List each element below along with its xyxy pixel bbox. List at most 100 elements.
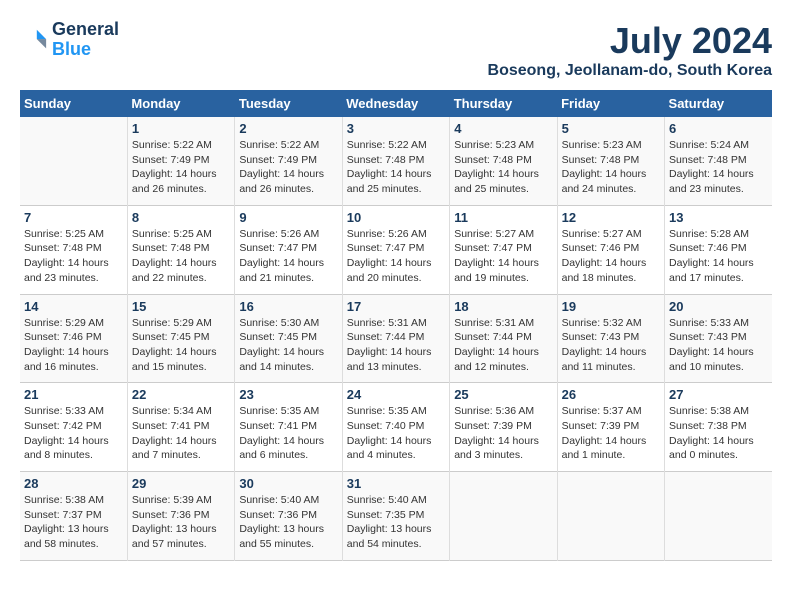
- day-number: 27: [669, 387, 768, 402]
- day-number: 10: [347, 210, 445, 225]
- day-info: Sunrise: 5:39 AM Sunset: 7:36 PM Dayligh…: [132, 493, 230, 552]
- calendar-cell: 6 Sunrise: 5:24 AM Sunset: 7:48 PM Daylig…: [665, 117, 772, 205]
- header-wednesday: Wednesday: [342, 90, 449, 117]
- calendar-week-4: 28 Sunrise: 5:38 AM Sunset: 7:37 PM Dayli…: [20, 472, 772, 561]
- day-info: Sunrise: 5:26 AM Sunset: 7:47 PM Dayligh…: [239, 227, 337, 286]
- logo-icon: [20, 26, 48, 54]
- day-info: Sunrise: 5:29 AM Sunset: 7:45 PM Dayligh…: [132, 316, 230, 375]
- calendar-cell: 13 Sunrise: 5:28 AM Sunset: 7:46 PM Dayli…: [665, 205, 772, 294]
- day-number: 16: [239, 299, 337, 314]
- header-thursday: Thursday: [450, 90, 557, 117]
- day-info: Sunrise: 5:38 AM Sunset: 7:37 PM Dayligh…: [24, 493, 123, 552]
- day-number: 17: [347, 299, 445, 314]
- calendar-cell: 4Sunrise: 5:23 AM Sunset: 7:48 PM Daylig…: [450, 117, 557, 205]
- day-info: Sunrise: 5:23 AM Sunset: 7:48 PM Dayligh…: [562, 138, 660, 197]
- day-number: 3: [347, 121, 445, 136]
- day-number: 12: [562, 210, 660, 225]
- day-info: Sunrise: 5:34 AM Sunset: 7:41 PM Dayligh…: [132, 404, 230, 463]
- calendar-cell: 21 Sunrise: 5:33 AM Sunset: 7:42 PM Dayli…: [20, 383, 127, 472]
- day-number: 23: [239, 387, 337, 402]
- day-info: Sunrise: 5:25 AM Sunset: 7:48 PM Dayligh…: [24, 227, 123, 286]
- header-monday: Monday: [127, 90, 234, 117]
- header-row: Sunday Monday Tuesday Wednesday Thursday…: [20, 90, 772, 117]
- calendar-week-3: 21 Sunrise: 5:33 AM Sunset: 7:42 PM Dayli…: [20, 383, 772, 472]
- day-number: 13: [669, 210, 768, 225]
- main-title: July 2024: [488, 20, 772, 62]
- day-info: Sunrise: 5:28 AM Sunset: 7:46 PM Dayligh…: [669, 227, 768, 286]
- day-info: Sunrise: 5:24 AM Sunset: 7:48 PM Dayligh…: [669, 138, 768, 197]
- calendar-cell: 16 Sunrise: 5:30 AM Sunset: 7:45 PM Dayli…: [235, 294, 342, 383]
- header-tuesday: Tuesday: [235, 90, 342, 117]
- day-info: Sunrise: 5:22 AM Sunset: 7:49 PM Dayligh…: [239, 138, 337, 197]
- day-number: 8: [132, 210, 230, 225]
- calendar-cell: [665, 472, 772, 561]
- day-number: 26: [562, 387, 660, 402]
- calendar-week-2: 14Sunrise: 5:29 AM Sunset: 7:46 PM Dayli…: [20, 294, 772, 383]
- day-number: 19: [562, 299, 660, 314]
- day-number: 24: [347, 387, 445, 402]
- day-info: Sunrise: 5:22 AM Sunset: 7:49 PM Dayligh…: [132, 138, 230, 197]
- calendar-cell: 12 Sunrise: 5:27 AM Sunset: 7:46 PM Dayli…: [557, 205, 664, 294]
- day-number: 4: [454, 121, 552, 136]
- calendar-cell: 1 Sunrise: 5:22 AM Sunset: 7:49 PM Daylig…: [127, 117, 234, 205]
- day-number: 9: [239, 210, 337, 225]
- day-number: 28: [24, 476, 123, 491]
- calendar-cell: 19 Sunrise: 5:32 AM Sunset: 7:43 PM Dayli…: [557, 294, 664, 383]
- day-info: Sunrise: 5:22 AM Sunset: 7:48 PM Dayligh…: [347, 138, 445, 197]
- day-info: Sunrise: 5:40 AM Sunset: 7:35 PM Dayligh…: [347, 493, 445, 552]
- calendar-cell: 2Sunrise: 5:22 AM Sunset: 7:49 PM Daylig…: [235, 117, 342, 205]
- day-info: Sunrise: 5:33 AM Sunset: 7:43 PM Dayligh…: [669, 316, 768, 375]
- subtitle: Boseong, Jeollanam-do, South Korea: [488, 62, 772, 80]
- day-number: 22: [132, 387, 230, 402]
- calendar-cell: 15 Sunrise: 5:29 AM Sunset: 7:45 PM Dayli…: [127, 294, 234, 383]
- day-info: Sunrise: 5:38 AM Sunset: 7:38 PM Dayligh…: [669, 404, 768, 463]
- calendar-cell: [20, 117, 127, 205]
- calendar-cell: 29 Sunrise: 5:39 AM Sunset: 7:36 PM Dayli…: [127, 472, 234, 561]
- header-sunday: Sunday: [20, 90, 127, 117]
- day-info: Sunrise: 5:36 AM Sunset: 7:39 PM Dayligh…: [454, 404, 552, 463]
- day-number: 1: [132, 121, 230, 136]
- calendar-week-0: 1 Sunrise: 5:22 AM Sunset: 7:49 PM Daylig…: [20, 117, 772, 205]
- day-info: Sunrise: 5:30 AM Sunset: 7:45 PM Dayligh…: [239, 316, 337, 375]
- day-number: 29: [132, 476, 230, 491]
- day-number: 5: [562, 121, 660, 136]
- day-info: Sunrise: 5:32 AM Sunset: 7:43 PM Dayligh…: [562, 316, 660, 375]
- calendar-cell: 10 Sunrise: 5:26 AM Sunset: 7:47 PM Dayli…: [342, 205, 449, 294]
- day-number: 18: [454, 299, 552, 314]
- day-number: 6: [669, 121, 768, 136]
- day-info: Sunrise: 5:25 AM Sunset: 7:48 PM Dayligh…: [132, 227, 230, 286]
- day-info: Sunrise: 5:35 AM Sunset: 7:41 PM Dayligh…: [239, 404, 337, 463]
- calendar-cell: 3 Sunrise: 5:22 AM Sunset: 7:48 PM Daylig…: [342, 117, 449, 205]
- day-info: Sunrise: 5:35 AM Sunset: 7:40 PM Dayligh…: [347, 404, 445, 463]
- day-info: Sunrise: 5:33 AM Sunset: 7:42 PM Dayligh…: [24, 404, 123, 463]
- logo-text: General Blue: [52, 20, 119, 60]
- day-info: Sunrise: 5:27 AM Sunset: 7:47 PM Dayligh…: [454, 227, 552, 286]
- calendar-cell: 31 Sunrise: 5:40 AM Sunset: 7:35 PM Dayli…: [342, 472, 449, 561]
- day-info: Sunrise: 5:26 AM Sunset: 7:47 PM Dayligh…: [347, 227, 445, 286]
- calendar-cell: 11Sunrise: 5:27 AM Sunset: 7:47 PM Dayli…: [450, 205, 557, 294]
- title-area: July 2024 Boseong, Jeollanam-do, South K…: [488, 20, 772, 80]
- calendar-cell: 30Sunrise: 5:40 AM Sunset: 7:36 PM Dayli…: [235, 472, 342, 561]
- day-number: 20: [669, 299, 768, 314]
- day-number: 15: [132, 299, 230, 314]
- day-number: 7: [24, 210, 123, 225]
- calendar-cell: 27 Sunrise: 5:38 AM Sunset: 7:38 PM Dayli…: [665, 383, 772, 472]
- calendar-cell: 18 Sunrise: 5:31 AM Sunset: 7:44 PM Dayli…: [450, 294, 557, 383]
- calendar-cell: 28 Sunrise: 5:38 AM Sunset: 7:37 PM Dayli…: [20, 472, 127, 561]
- page-header: General Blue July 2024 Boseong, Jeollana…: [20, 20, 772, 80]
- day-info: Sunrise: 5:31 AM Sunset: 7:44 PM Dayligh…: [454, 316, 552, 375]
- day-info: Sunrise: 5:37 AM Sunset: 7:39 PM Dayligh…: [562, 404, 660, 463]
- day-number: 31: [347, 476, 445, 491]
- calendar-cell: 9 Sunrise: 5:26 AM Sunset: 7:47 PM Daylig…: [235, 205, 342, 294]
- day-info: Sunrise: 5:29 AM Sunset: 7:46 PM Dayligh…: [24, 316, 123, 375]
- day-info: Sunrise: 5:27 AM Sunset: 7:46 PM Dayligh…: [562, 227, 660, 286]
- calendar-cell: 5 Sunrise: 5:23 AM Sunset: 7:48 PM Daylig…: [557, 117, 664, 205]
- calendar-cell: 14Sunrise: 5:29 AM Sunset: 7:46 PM Dayli…: [20, 294, 127, 383]
- calendar-cell: 24 Sunrise: 5:35 AM Sunset: 7:40 PM Dayli…: [342, 383, 449, 472]
- day-number: 21: [24, 387, 123, 402]
- header-friday: Friday: [557, 90, 664, 117]
- calendar-cell: 20 Sunrise: 5:33 AM Sunset: 7:43 PM Dayli…: [665, 294, 772, 383]
- day-number: 25: [454, 387, 552, 402]
- day-number: 30: [239, 476, 337, 491]
- calendar-cell: [557, 472, 664, 561]
